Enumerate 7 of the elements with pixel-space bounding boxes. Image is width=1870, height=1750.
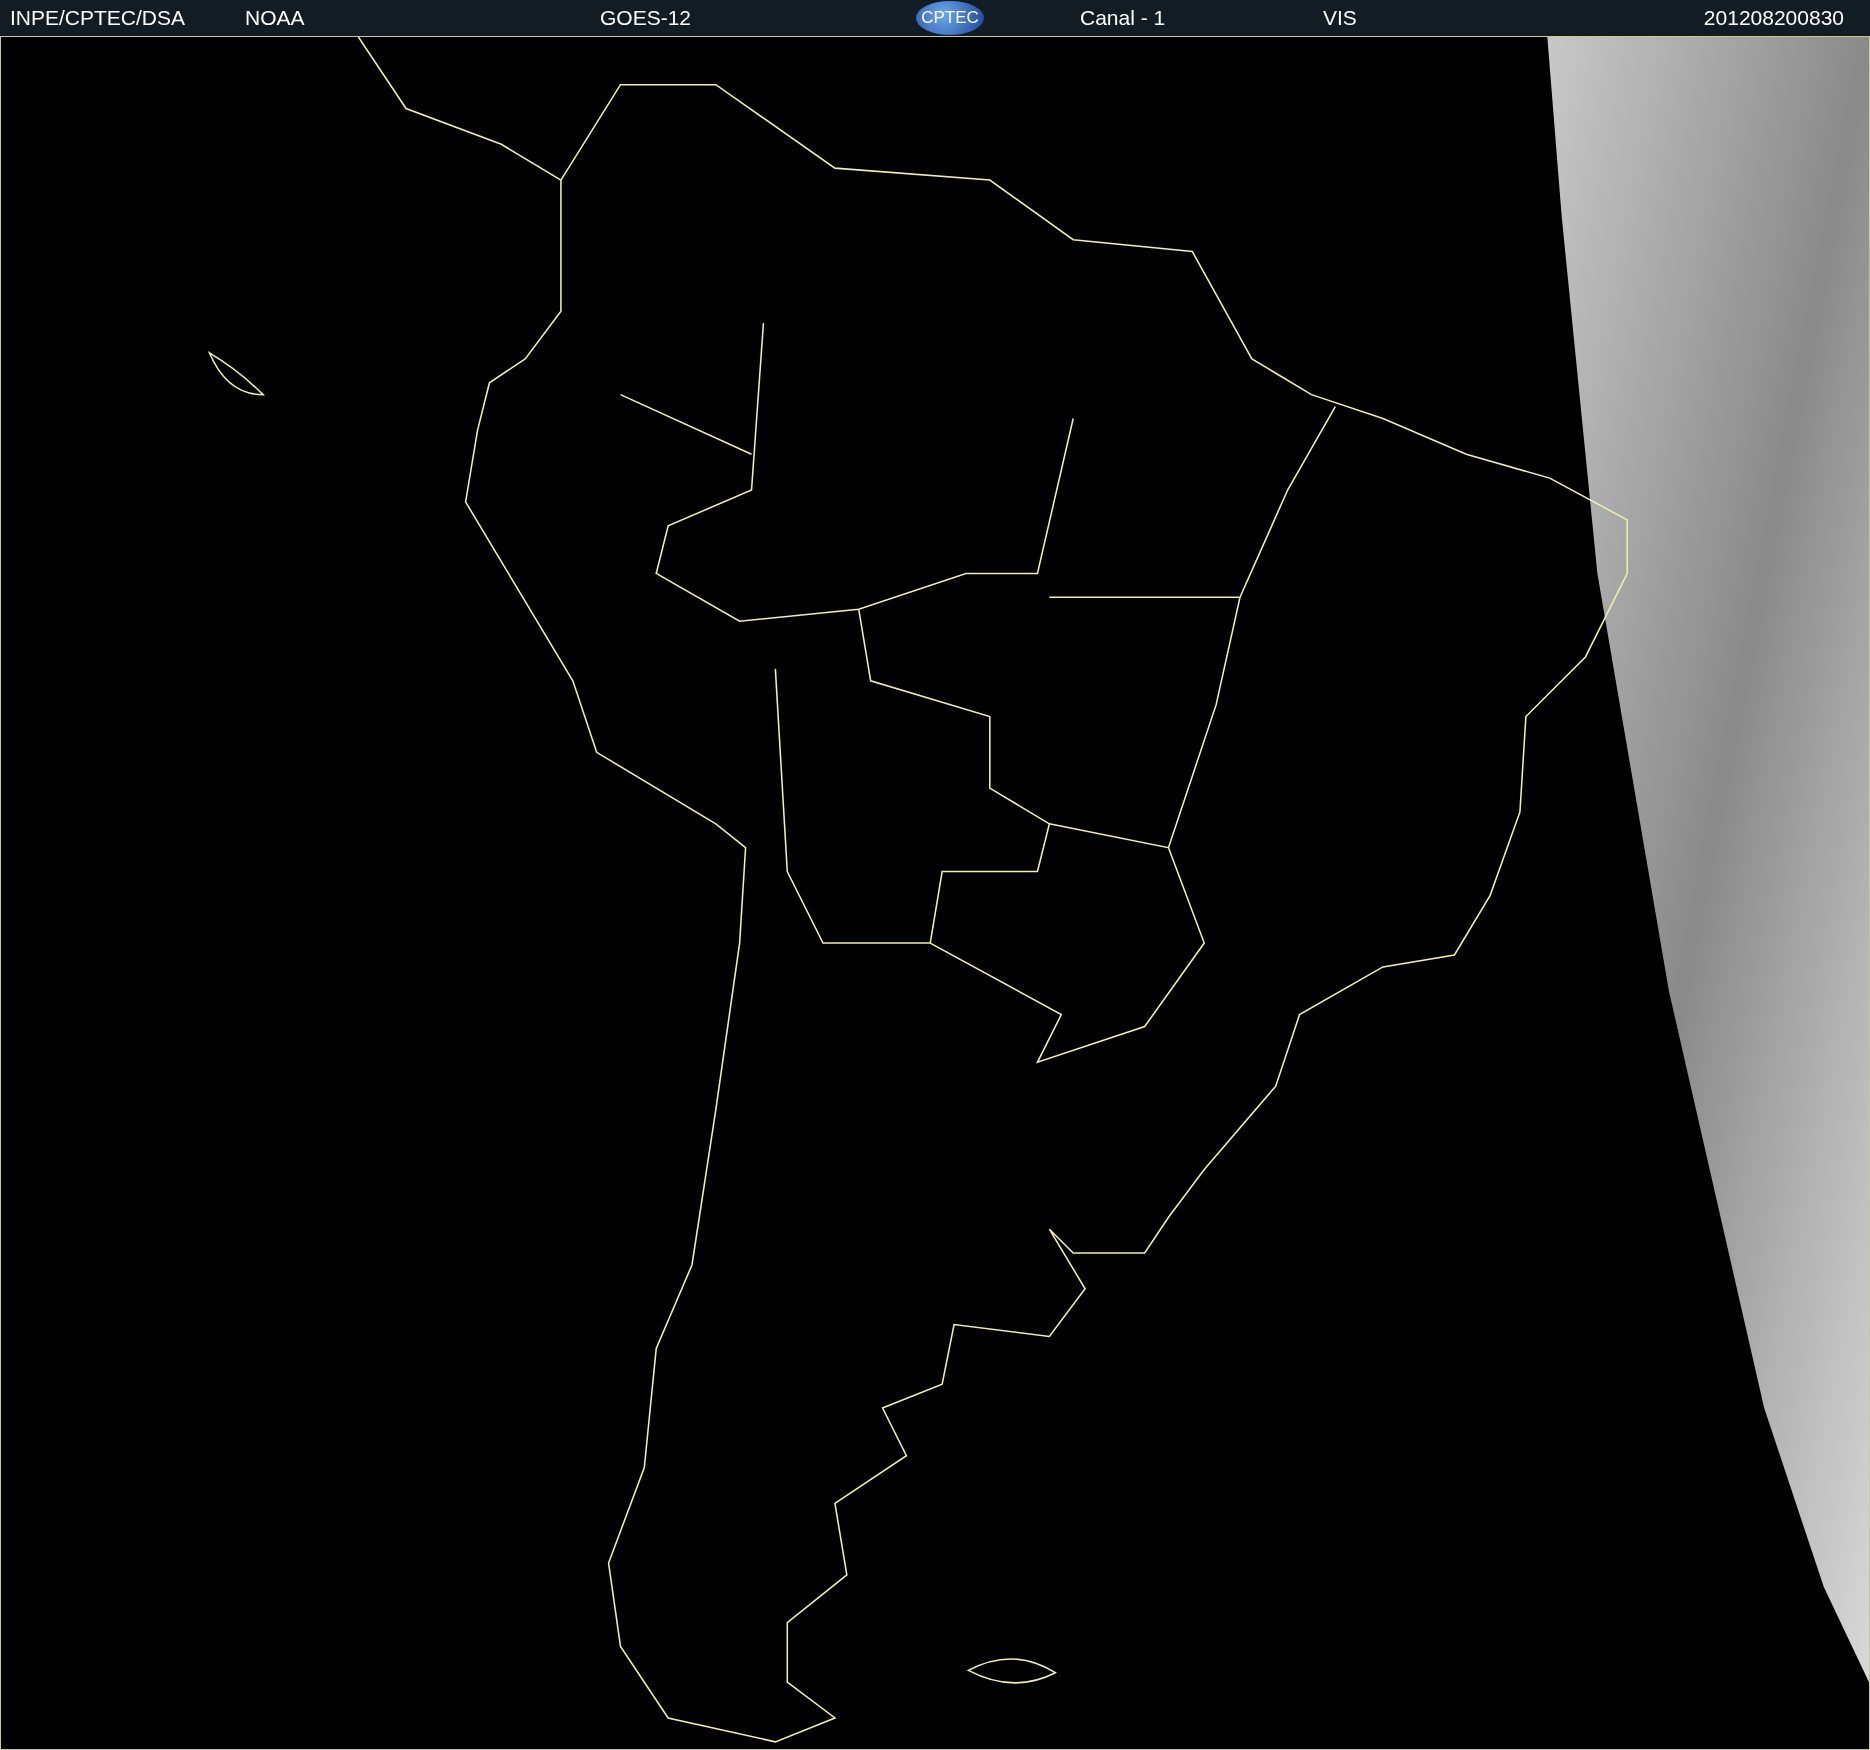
timestamp-label: 201208200830 [1703, 6, 1844, 30]
agency-label: NOAA [245, 6, 306, 30]
channel-label: Canal - 1 [1080, 6, 1167, 30]
logo: CPTEC [916, 1, 984, 35]
source-label: INPE/CPTEC/DSA [10, 6, 187, 30]
satellite-label: GOES-12 [600, 6, 693, 30]
band-label: VIS [1323, 6, 1358, 30]
